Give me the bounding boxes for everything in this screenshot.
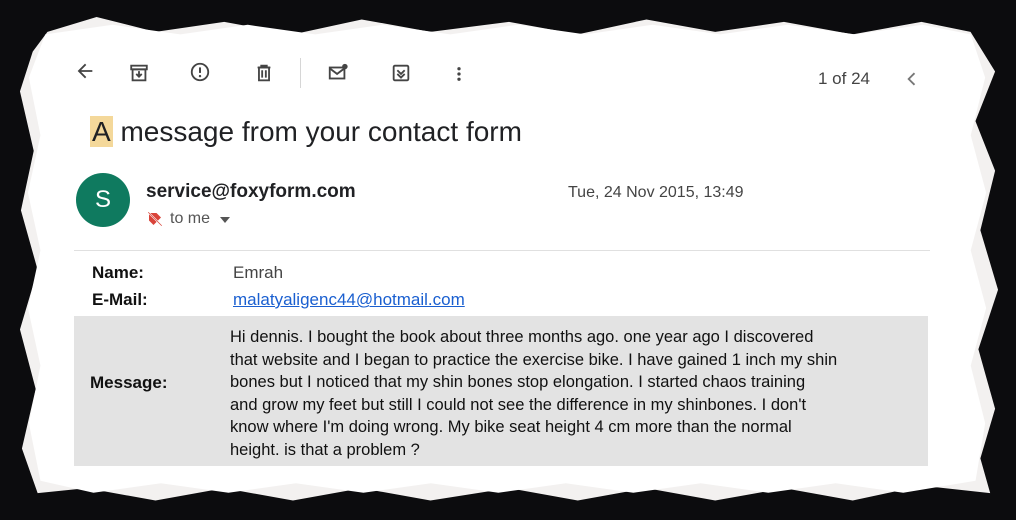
mark-unread-icon[interactable]	[324, 60, 352, 86]
email-label: E-Mail:	[92, 290, 148, 309]
message-counter: 1 of 24	[818, 69, 870, 88]
name-value: Emrah	[233, 263, 284, 282]
message-line: and grow my feet but still I could not s…	[230, 395, 807, 414]
unsubscribe-tag-icon	[146, 210, 164, 228]
message-line: height. is that a problem ?	[230, 440, 420, 459]
chevron-down-icon[interactable]	[220, 217, 230, 223]
message-line: Hi dennis. I bought the book about three…	[230, 328, 814, 346]
email-date: Tue, 24 Nov 2015, 13:49	[568, 184, 744, 201]
message-line: that website and I began to practice the…	[230, 350, 838, 369]
sender-address[interactable]: service@foxyform.com	[146, 181, 356, 203]
recipient-label[interactable]: to me	[170, 210, 210, 228]
subject-highlight: A	[90, 116, 113, 147]
back-arrow-icon[interactable]	[72, 58, 98, 84]
subject-text: message from your contact form	[112, 116, 522, 147]
message-body: Hi dennis. I bought the book about three…	[230, 326, 920, 461]
avatar[interactable]: S	[76, 173, 130, 227]
message-line: bones but I noticed that my shin bones s…	[230, 373, 806, 391]
report-spam-icon[interactable]	[187, 59, 213, 85]
move-to-icon[interactable]	[388, 60, 414, 86]
chevron-left-icon[interactable]	[902, 67, 922, 91]
name-label: Name:	[92, 263, 144, 282]
header-divider	[74, 250, 930, 251]
message-line: know where I'm doing wrong. My bike seat…	[230, 418, 792, 436]
more-vert-icon[interactable]	[450, 62, 468, 86]
message-label: Message:	[90, 373, 168, 392]
email-link[interactable]: malatyaligenc44@hotmail.com	[233, 290, 465, 310]
archive-icon[interactable]	[126, 60, 152, 86]
email-subject: A message from your contact form	[90, 116, 522, 148]
delete-icon[interactable]	[251, 60, 277, 86]
toolbar-divider	[300, 58, 301, 88]
